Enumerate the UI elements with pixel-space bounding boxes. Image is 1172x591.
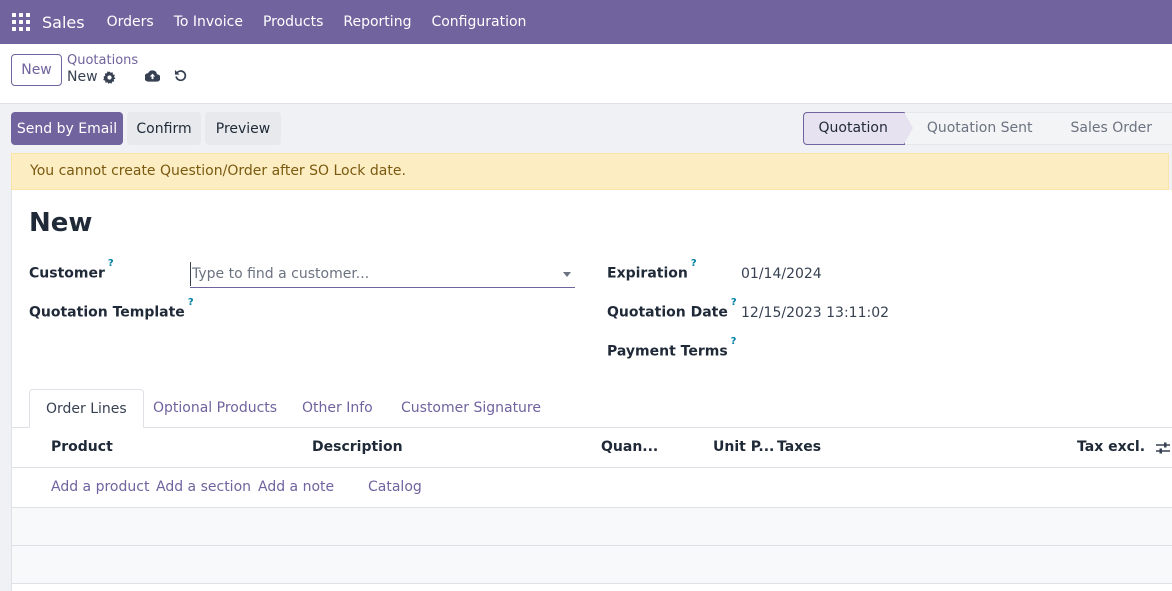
column-tax-excl[interactable]: Tax excl. xyxy=(1077,439,1145,455)
optional-columns-icon[interactable] xyxy=(1156,441,1170,455)
order-lines-header: Product Description Quan... Unit P... Ta… xyxy=(12,428,1172,468)
customer-input[interactable] xyxy=(190,262,550,286)
menu-item-configuration[interactable]: Configuration xyxy=(421,14,536,30)
tab-other-info[interactable]: Other Info xyxy=(286,389,389,428)
confirm-button[interactable]: Confirm xyxy=(127,112,201,145)
stage-arrow xyxy=(903,112,913,144)
column-taxes[interactable]: Taxes xyxy=(777,439,821,455)
column-unit-price[interactable]: Unit P... xyxy=(713,439,774,455)
record-title: New xyxy=(29,208,93,238)
menu-item-orders[interactable]: Orders xyxy=(97,14,164,30)
expiration-label: Expiration? xyxy=(607,258,697,282)
column-description[interactable]: Description xyxy=(312,439,403,455)
stage-sales-order-label: Sales Order xyxy=(1070,120,1153,136)
add-note-link[interactable]: Add a note xyxy=(258,479,334,495)
discard-icon[interactable] xyxy=(174,69,187,82)
customer-field[interactable] xyxy=(190,262,575,288)
breadcrumb-quotations[interactable]: Quotations xyxy=(67,53,138,68)
stage-sales-order[interactable]: Sales Order xyxy=(1048,112,1172,145)
caret-down-icon[interactable] xyxy=(563,272,571,277)
help-icon[interactable]: ? xyxy=(731,297,737,308)
main-menu: Orders To Invoice Products Reporting Con… xyxy=(97,14,537,30)
customer-label-text: Customer xyxy=(29,265,105,282)
app-brand[interactable]: Sales xyxy=(42,13,85,32)
action-bar: Send by Email Confirm Preview Quotation … xyxy=(0,104,1172,152)
quotation-date-label-text: Quotation Date xyxy=(607,304,728,321)
menu-item-to-invoice[interactable]: To Invoice xyxy=(164,14,253,30)
breadcrumb-current: New xyxy=(67,69,98,85)
tab-order-lines[interactable]: Order Lines xyxy=(29,389,144,428)
new-button[interactable]: New xyxy=(11,54,62,86)
stage-quotation-label: Quotation xyxy=(818,120,888,136)
column-quantity[interactable]: Quan... xyxy=(601,439,658,455)
cloud-save-icon[interactable] xyxy=(145,69,160,82)
expiration-label-text: Expiration xyxy=(607,265,688,282)
menu-item-products[interactable]: Products xyxy=(253,14,333,30)
preview-button[interactable]: Preview xyxy=(205,112,281,145)
add-product-link[interactable]: Add a product xyxy=(51,479,149,495)
lock-date-warning: You cannot create Question/Order after S… xyxy=(11,153,1169,190)
control-panel: New Quotations New xyxy=(0,44,1172,104)
help-icon[interactable]: ? xyxy=(731,336,737,347)
quotation-date-label: Quotation Date? xyxy=(607,297,737,321)
status-bar: Quotation Quotation Sent Sales Order xyxy=(802,112,1172,145)
add-line-row: Add a product Add a section Add a note C… xyxy=(12,468,1172,508)
stage-quotation-sent-label: Quotation Sent xyxy=(926,120,1033,136)
menu-item-reporting[interactable]: Reporting xyxy=(333,14,421,30)
payment-terms-label: Payment Terms? xyxy=(607,336,736,360)
quotation-date-field[interactable]: 12/15/2023 13:11:02 xyxy=(741,305,889,321)
tab-optional-products[interactable]: Optional Products xyxy=(137,389,293,428)
catalog-link[interactable]: Catalog xyxy=(368,479,422,495)
add-section-link[interactable]: Add a section xyxy=(156,479,251,495)
notebook-tabs: Order Lines Optional Products Other Info… xyxy=(12,389,1172,428)
apps-grid-icon[interactable] xyxy=(12,13,30,31)
expiration-field[interactable]: 01/14/2024 xyxy=(741,266,822,282)
help-icon[interactable]: ? xyxy=(188,297,194,308)
stage-quotation-sent[interactable]: Quotation Sent xyxy=(904,112,1058,145)
quotation-template-label: Quotation Template? xyxy=(29,297,194,321)
send-by-email-button[interactable]: Send by Email xyxy=(11,112,123,145)
tab-customer-signature[interactable]: Customer Signature xyxy=(385,389,557,428)
help-icon[interactable]: ? xyxy=(108,258,114,269)
column-product[interactable]: Product xyxy=(51,439,113,455)
gear-icon[interactable] xyxy=(103,71,116,84)
payment-terms-label-text: Payment Terms xyxy=(607,343,728,360)
empty-table-row xyxy=(12,546,1172,584)
top-navbar: Sales Orders To Invoice Products Reporti… xyxy=(0,0,1172,44)
stage-arrow xyxy=(1048,112,1058,144)
customer-label: Customer? xyxy=(29,258,114,282)
form-sheet: New Customer? Quotation Template? Expira… xyxy=(11,190,1172,591)
quotation-template-label-text: Quotation Template xyxy=(29,304,185,321)
stage-quotation[interactable]: Quotation xyxy=(802,112,913,145)
empty-table-row xyxy=(12,508,1172,546)
help-icon[interactable]: ? xyxy=(691,258,697,269)
